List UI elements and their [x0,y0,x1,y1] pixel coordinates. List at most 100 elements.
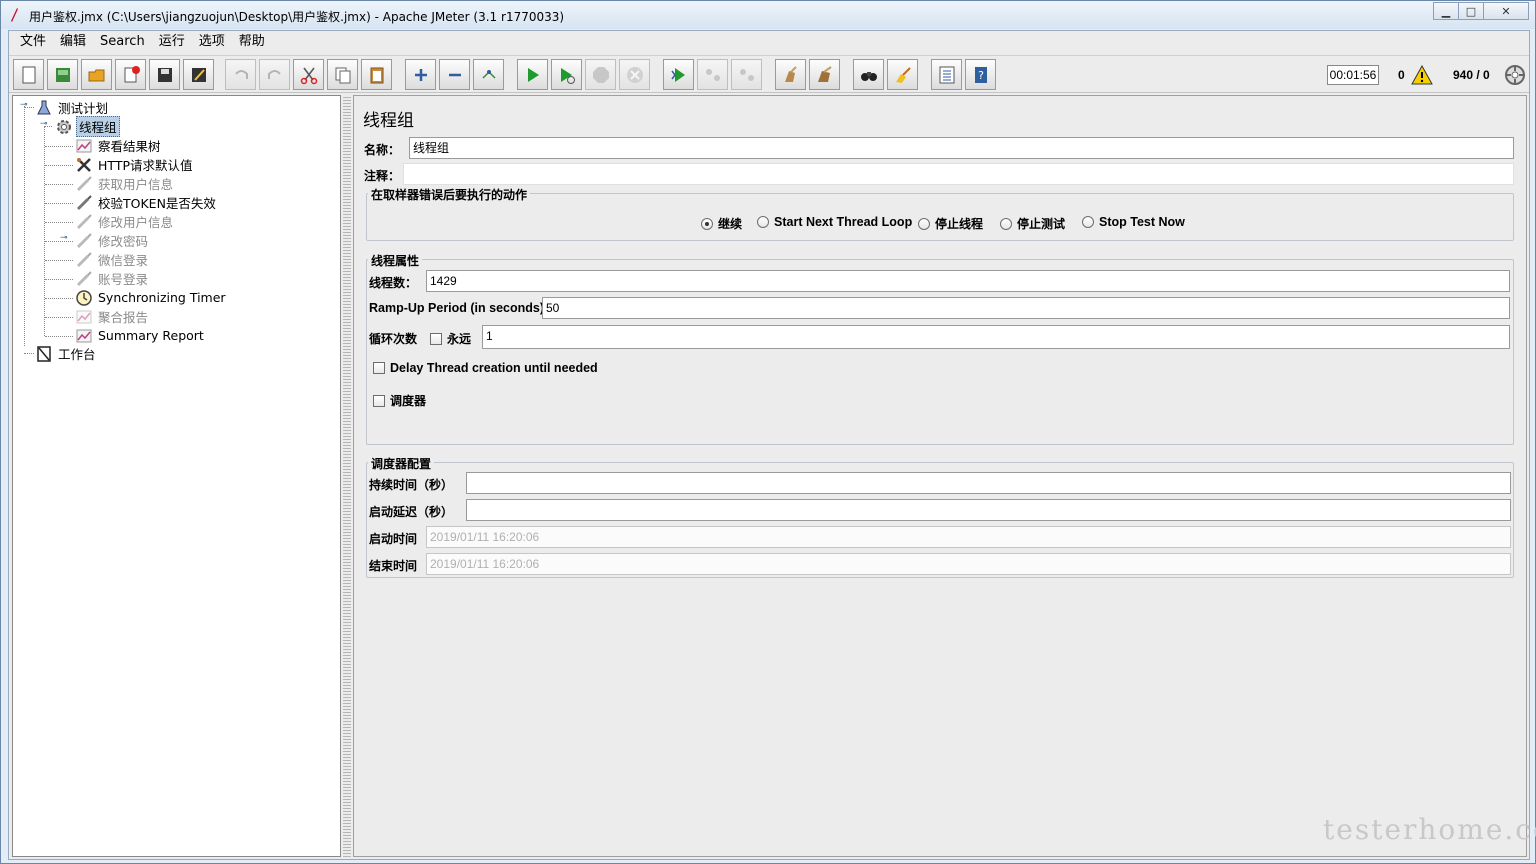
tree-node-thread-group[interactable]: 线程组 [55,116,120,137]
scissors-icon [300,67,317,84]
start-time-input[interactable]: 2019/01/11 16:20:06 [426,526,1511,548]
start-time-label: 启动时间 [369,532,418,546]
pipette-icon [76,175,92,191]
minimize-button[interactable]: ▁ [1433,2,1459,20]
name-input[interactable]: 线程组 [409,137,1514,159]
maximize-button[interactable]: □ [1458,2,1484,20]
close-button[interactable]: ✕ [1483,2,1529,20]
tree-node-test-plan[interactable]: 测试计划 [35,98,110,117]
tree-node-item[interactable]: 账号登录 [75,269,150,288]
start-no-pause-button[interactable] [551,59,582,90]
chart-icon [76,310,92,323]
radio-stop-test[interactable]: 停止测试 [1000,215,1065,232]
copy-button[interactable] [327,59,358,90]
clear-button[interactable] [775,59,806,90]
radio-start-next-loop[interactable]: Start Next Thread Loop [757,215,912,229]
paste-button[interactable] [361,59,392,90]
tree-node-label: 线程组 [76,116,120,137]
menu-run[interactable]: 运行 [152,31,192,53]
name-label: 名称： [364,143,401,157]
new-button[interactable] [13,59,44,90]
shutdown-button[interactable] [619,59,650,90]
tree-node-item[interactable]: 聚合报告 [75,307,150,326]
threads-label: 线程数： [369,276,418,290]
save-as-icon [191,67,206,82]
menu-options[interactable]: 选项 [192,31,232,53]
thread-properties-title: 线程属性 [368,252,423,269]
window-title: 用户鉴权.jmx (C:\Users\jiangzuojun\Desktop\用… [29,10,565,24]
feather-icon [11,8,18,22]
panel-title: 线程组 [363,111,414,131]
list-icon [939,66,954,83]
forever-checkbox[interactable]: 永远 [430,330,471,347]
threads-input[interactable]: 1429 [426,270,1510,292]
tree-node-item[interactable]: 修改用户信息 [75,212,175,231]
collapse-handle[interactable]: ⊸ [40,119,48,129]
menu-bar: 文件 编辑 Search 运行 选项 帮助 [9,31,1529,53]
tree-node-item[interactable]: 获取用户信息 [75,174,175,193]
client-area: 文件 编辑 Search 运行 选项 帮助 ? 00:01:56 0 940 /… [8,30,1530,860]
reset-search-icon [895,66,911,83]
tree-node-item[interactable]: Summary Report [75,326,206,345]
toggle-icon [481,69,496,79]
menu-file[interactable]: 文件 [13,31,53,53]
broom-all-icon [817,65,832,82]
rampup-input[interactable]: 50 [542,297,1510,319]
save-as-button[interactable] [183,59,214,90]
help-button[interactable]: ? [965,59,996,90]
tree-node-item[interactable]: Synchronizing Timer [75,288,228,307]
collapse-handle[interactable]: ⊸ [20,100,28,110]
delay-thread-creation-checkbox[interactable]: Delay Thread creation until needed [373,361,598,375]
cut-button[interactable] [293,59,324,90]
tree-node-workbench[interactable]: 工作台 [35,344,98,363]
redo-button[interactable] [259,59,290,90]
broom-icon [784,65,797,82]
tree-node-item[interactable]: HTTP请求默认值 [75,155,195,174]
duration-input[interactable] [466,472,1511,494]
pipette-icon [76,232,92,248]
templates-button[interactable] [47,59,78,90]
tree-node-item[interactable]: 微信登录 [75,250,150,269]
menu-help[interactable]: 帮助 [232,31,272,53]
radio-continue[interactable]: 继续 [701,215,742,232]
loop-count-input[interactable]: 1 [482,325,1510,349]
close-file-button[interactable] [115,59,146,90]
remote-start-button[interactable] [663,59,694,90]
undo-button[interactable] [225,59,256,90]
stop-button[interactable] [585,59,616,90]
menu-edit[interactable]: 编辑 [53,31,93,53]
tree-node-label: 察看结果树 [98,139,161,154]
tree-node-label: 聚合报告 [98,310,149,325]
radio-label: Stop Test Now [1099,215,1185,229]
save-button[interactable] [149,59,180,90]
end-time-input[interactable]: 2019/01/11 16:20:06 [426,553,1511,575]
start-button[interactable] [517,59,548,90]
pipette-icon [76,251,92,267]
tree-node-item[interactable]: 察看结果树 [75,136,163,155]
search-button[interactable] [853,59,884,90]
open-button[interactable] [81,59,112,90]
expand-all-button[interactable] [405,59,436,90]
thread-group-editor: 线程组 名称： 线程组 注释： 在取样器错误后要执行的动作 继续 Start N… [353,95,1527,857]
comment-input[interactable] [403,163,1514,185]
radio-stop-test-now[interactable]: Stop Test Now [1082,215,1185,229]
scheduler-checkbox[interactable]: 调度器 [373,392,426,409]
menu-search[interactable]: Search [93,31,152,53]
remote-shutdown-button[interactable] [731,59,762,90]
tree-node-item[interactable]: 修改密码 [75,231,150,250]
collapse-all-button[interactable] [439,59,470,90]
reset-search-button[interactable] [887,59,918,90]
checkbox-box [373,362,385,374]
tree-node-item[interactable]: 校验TOKEN是否失效 [75,193,218,212]
remote-stop-button[interactable] [697,59,728,90]
workbench-icon [37,345,51,362]
split-pane-divider[interactable] [343,95,351,857]
toggle-button[interactable] [473,59,504,90]
function-helper-button[interactable] [931,59,962,90]
status-indicator-icon [1505,65,1525,85]
warning-icon[interactable] [1411,65,1433,85]
rampup-label: Ramp-Up Period (in seconds): [369,301,549,315]
radio-stop-thread[interactable]: 停止线程 [918,215,983,232]
clear-all-button[interactable] [809,59,840,90]
startup-delay-input[interactable] [466,499,1511,521]
